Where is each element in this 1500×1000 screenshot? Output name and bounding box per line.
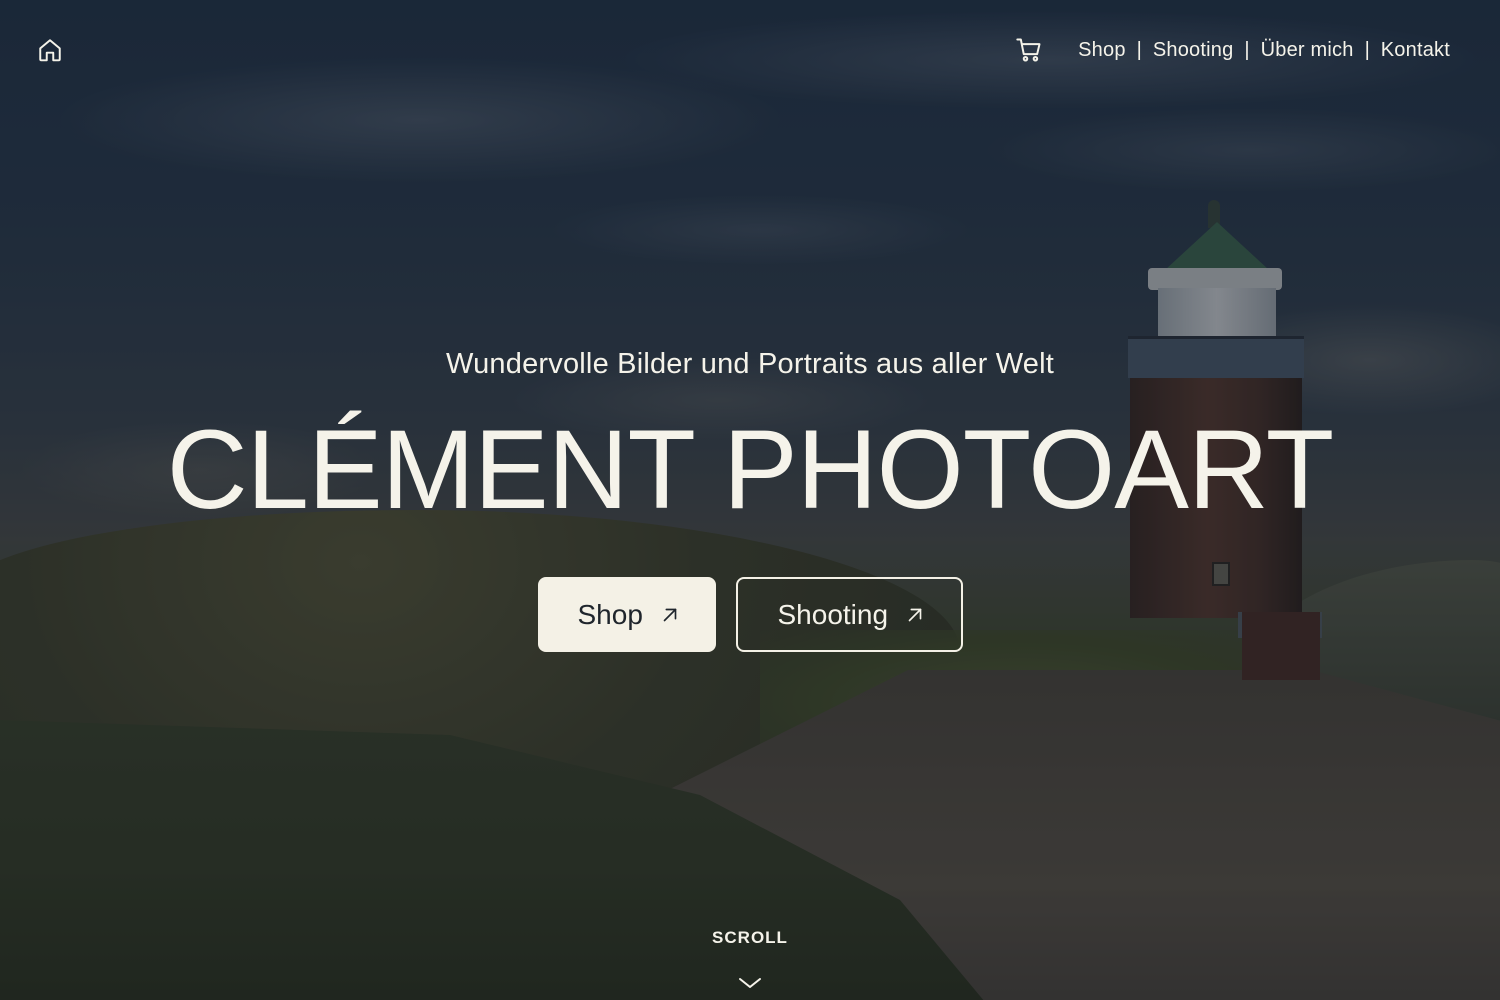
shooting-button-label: Shooting — [777, 598, 889, 630]
hero-tagline: Wundervolle Bilder und Portraits aus all… — [446, 348, 1054, 380]
home-icon — [39, 39, 61, 62]
cart-button[interactable] — [1014, 35, 1044, 65]
hero-title: CLÉMENT PHOTOART — [166, 407, 1334, 532]
nav-separator: | — [1136, 38, 1142, 61]
arrow-up-right-icon — [904, 604, 926, 626]
nav-separator: | — [1364, 38, 1370, 61]
nav-separator: | — [1244, 38, 1250, 61]
nav-item-shooting[interactable]: Shooting — [1153, 39, 1234, 62]
scroll-label: SCROLL — [712, 928, 788, 947]
scroll-down-button[interactable] — [737, 974, 763, 992]
arrow-up-right-icon — [659, 604, 681, 626]
cta-row: Shop Shooting — [0, 577, 1500, 652]
hero-section: Shop | Shooting | Über mich | Kontakt Wu… — [0, 0, 1500, 1000]
nav-item-contact[interactable]: Kontakt — [1381, 39, 1450, 62]
shooting-button[interactable]: Shooting — [735, 577, 963, 652]
shop-button-label: Shop — [577, 598, 643, 630]
cart-icon — [1016, 38, 1041, 62]
main-navigation: Shop | Shooting | Über mich | Kontakt — [1014, 30, 1450, 70]
home-link[interactable] — [36, 36, 64, 64]
shop-button[interactable]: Shop — [537, 577, 716, 652]
chevron-down-icon — [739, 978, 761, 988]
nav-item-about[interactable]: Über mich — [1261, 39, 1354, 62]
nav-item-shop[interactable]: Shop — [1078, 39, 1126, 62]
